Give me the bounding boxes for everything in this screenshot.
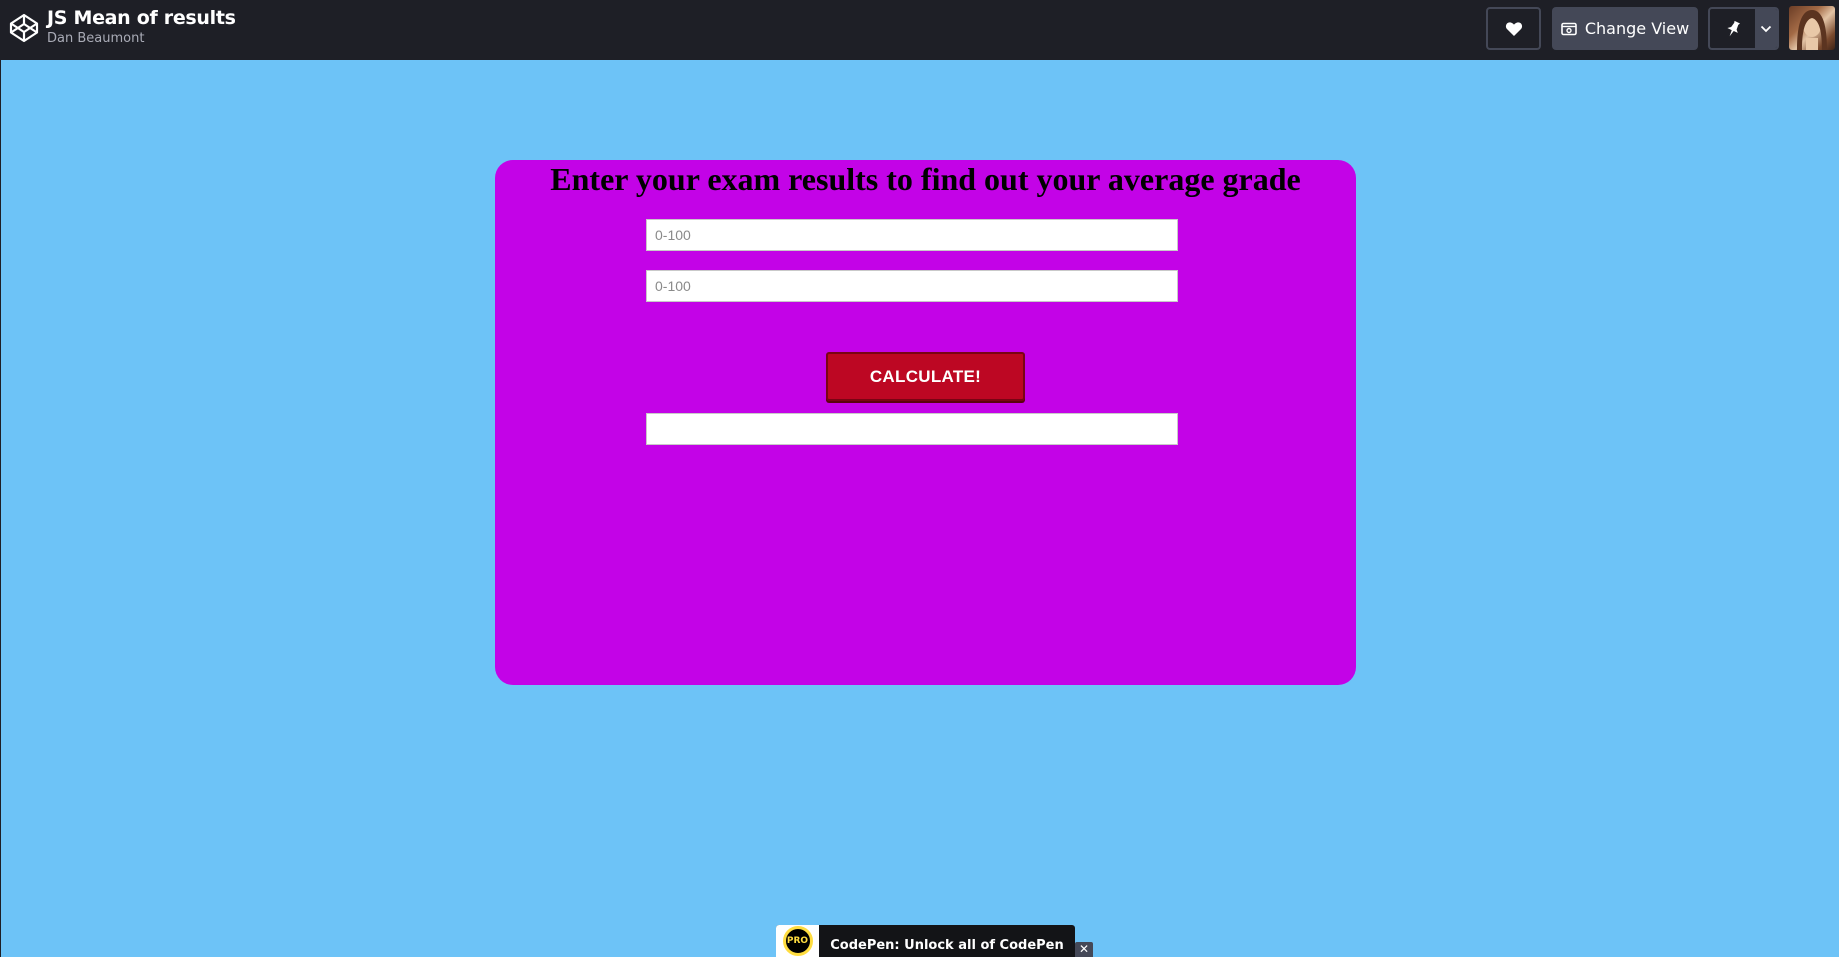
pen-title[interactable]: JS Mean of results [47,6,236,30]
codepen-header: JS Mean of results Dan Beaumont Change V… [0,0,1839,60]
page-title: Enter your exam results to find out your… [550,161,1301,197]
pen-preview: Enter your exam results to find out your… [1,60,1839,957]
average-output-field[interactable] [646,413,1178,445]
pro-badge-icon: PRO [776,925,819,957]
promo-text: CodePen: Unlock all of CodePen [830,937,1064,953]
result-input-1[interactable] [646,219,1178,251]
change-view-label: Change View [1584,19,1690,38]
chevron-down-icon [1761,25,1772,32]
promo-close-button[interactable]: ✕ [1075,942,1093,957]
calculator-card: Enter your exam results to find out your… [495,160,1356,685]
pro-promo-banner[interactable]: PRO CodePen: Unlock all of CodePen [776,925,1075,957]
change-view-button[interactable]: Change View [1552,7,1698,50]
change-view-icon [1561,22,1577,35]
pin-button[interactable] [1710,9,1755,48]
avatar[interactable] [1789,6,1835,50]
pen-title-block: JS Mean of results Dan Beaumont [47,6,236,48]
codepen-logo-icon[interactable] [8,12,40,44]
pen-author[interactable]: Dan Beaumont [47,30,236,48]
pro-badge-text: PRO [782,926,813,956]
pin-dropdown-button[interactable] [1755,9,1777,48]
calculate-button[interactable]: CALCULATE! [826,352,1025,401]
pin-button-group[interactable] [1708,7,1779,50]
heart-icon [1505,21,1522,36]
pin-icon [1727,20,1740,36]
heart-button[interactable] [1486,7,1541,50]
result-input-2[interactable] [646,270,1178,302]
